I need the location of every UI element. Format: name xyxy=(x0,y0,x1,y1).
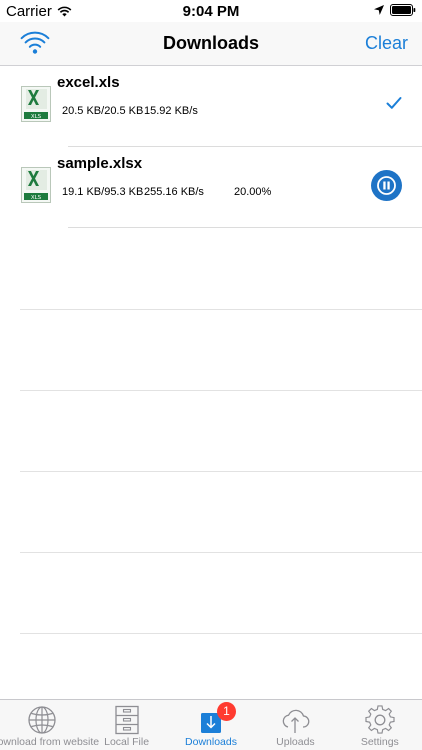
xls-file-icon: XLS xyxy=(21,167,51,203)
download-row[interactable]: XLS sample.xlsx 19.1 KB/95.3 KB 255.16 K… xyxy=(0,147,422,228)
empty-row-divider xyxy=(20,633,422,634)
globe-icon xyxy=(28,706,56,734)
download-speed: 255.16 KB/s xyxy=(144,186,204,198)
navigation-bar: Downloads Clear xyxy=(0,22,422,66)
tab-bar: Download from website Local File 1 Downl… xyxy=(0,699,422,750)
tab-uploads[interactable]: Uploads xyxy=(253,700,337,750)
empty-row-divider xyxy=(20,309,422,310)
battery-icon xyxy=(390,4,416,16)
file-size: 20.5 KB/20.5 KB xyxy=(62,105,144,117)
status-bar: Carrier 9:04 PM xyxy=(0,0,422,22)
checkmark-icon xyxy=(386,97,402,109)
file-name: excel.xls xyxy=(57,74,120,91)
tab-local-file[interactable]: Local File xyxy=(84,700,168,750)
clear-button[interactable]: Clear xyxy=(365,33,408,54)
file-cabinet-icon xyxy=(114,705,139,735)
location-arrow-icon xyxy=(374,5,384,15)
xls-file-icon: XLS xyxy=(21,86,51,122)
empty-row-divider xyxy=(20,471,422,472)
tab-label: Settings xyxy=(360,736,399,748)
status-right xyxy=(374,4,416,16)
tab-settings[interactable]: Settings xyxy=(338,700,422,750)
pause-button[interactable] xyxy=(371,170,402,201)
file-size: 19.1 KB/95.3 KB xyxy=(62,186,144,198)
tab-download-from-website[interactable]: Download from website xyxy=(0,700,99,750)
empty-row-divider xyxy=(20,390,422,391)
downloads-list: XLS excel.xls 20.5 KB/20.5 KB 15.92 KB/s… xyxy=(0,66,422,228)
pause-icon xyxy=(377,176,396,195)
downloads-badge: 1 xyxy=(217,702,237,721)
cloud-upload-icon xyxy=(283,709,310,733)
download-row[interactable]: XLS excel.xls 20.5 KB/20.5 KB 15.92 KB/s xyxy=(0,66,422,147)
row-divider xyxy=(68,227,422,228)
file-name: sample.xlsx xyxy=(57,155,143,172)
empty-row-divider xyxy=(20,552,422,553)
download-speed: 15.92 KB/s xyxy=(144,105,198,117)
xls-icon-label: XLS xyxy=(31,195,42,201)
page-title: Downloads xyxy=(162,33,259,53)
xls-icon-label: XLS xyxy=(31,114,42,120)
download-percent: 20.00% xyxy=(234,186,272,198)
tab-downloads[interactable]: 1 Downloads xyxy=(169,700,253,750)
status-time: 9:04 PM xyxy=(182,3,240,20)
gear-icon xyxy=(365,705,395,734)
